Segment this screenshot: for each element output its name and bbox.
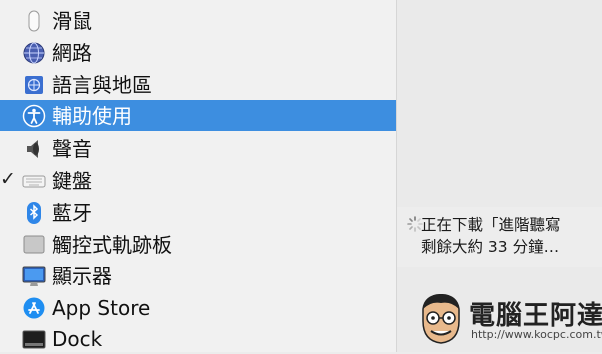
menu-item-trackpad[interactable]: 觸控式軌跡板 <box>0 229 396 260</box>
menu-item-label: 滑鼠 <box>52 9 92 33</box>
keyboard-icon <box>22 169 46 193</box>
speaker-icon <box>22 137 46 161</box>
menu-item-label: 鍵盤 <box>52 169 92 193</box>
menu-item-label: 語言與地區 <box>52 73 152 97</box>
menu-item-dock[interactable]: Dock <box>0 323 396 354</box>
menu-item-label: 藍牙 <box>52 201 92 225</box>
mascot-face-icon <box>415 291 467 347</box>
watermark-url: http://www.kocpc.com.tw <box>471 328 602 341</box>
download-status: 正在下載「進階聽寫 剩餘大約 33 分鐘… <box>397 207 602 267</box>
app-store-icon <box>22 296 46 320</box>
menu-item-language-region[interactable]: 語言與地區 <box>0 69 396 100</box>
preferences-menu: 滑鼠 網路 語言與地區 輔助使用 聲音 ✓ 鍵盤 藍牙 觸控式軌跡板 顯示器 A… <box>0 0 396 352</box>
menu-item-mouse[interactable]: 滑鼠 <box>0 5 396 36</box>
menu-item-label: 顯示器 <box>52 264 112 288</box>
watermark-title: 電腦王阿達 <box>469 301 602 331</box>
menu-item-label: 觸控式軌跡板 <box>52 233 172 257</box>
trackpad-icon <box>22 233 46 257</box>
menu-item-accessibility[interactable]: 輔助使用 <box>0 100 396 131</box>
menu-item-label: 輔助使用 <box>52 104 132 128</box>
menu-item-bluetooth[interactable]: 藍牙 <box>0 197 396 228</box>
menu-item-network[interactable]: 網路 <box>0 37 396 68</box>
download-remaining-time: 剩餘大約 33 分鐘… <box>421 238 560 256</box>
mouse-icon <box>22 9 46 33</box>
menu-item-label: 網路 <box>52 41 92 65</box>
download-title: 正在下載「進階聽寫 <box>421 216 561 234</box>
menu-item-app-store[interactable]: App Store <box>0 292 396 323</box>
display-icon <box>22 264 46 288</box>
menu-item-keyboard[interactable]: ✓ 鍵盤 <box>0 165 396 196</box>
menu-item-sound[interactable]: 聲音 <box>0 133 396 164</box>
checkmark-icon: ✓ <box>0 168 16 190</box>
dock-icon <box>22 327 46 351</box>
menu-item-label: Dock <box>52 327 103 351</box>
menu-item-display[interactable]: 顯示器 <box>0 260 396 291</box>
menu-item-label: App Store <box>52 296 151 320</box>
menu-divider <box>396 0 397 352</box>
accessibility-icon <box>22 104 46 128</box>
watermark: 電腦王阿達 http://www.kocpc.com.tw <box>411 289 602 349</box>
menu-item-label: 聲音 <box>52 137 92 161</box>
globe-network-icon <box>22 41 46 65</box>
bluetooth-icon <box>22 201 46 225</box>
flag-icon <box>22 73 46 97</box>
